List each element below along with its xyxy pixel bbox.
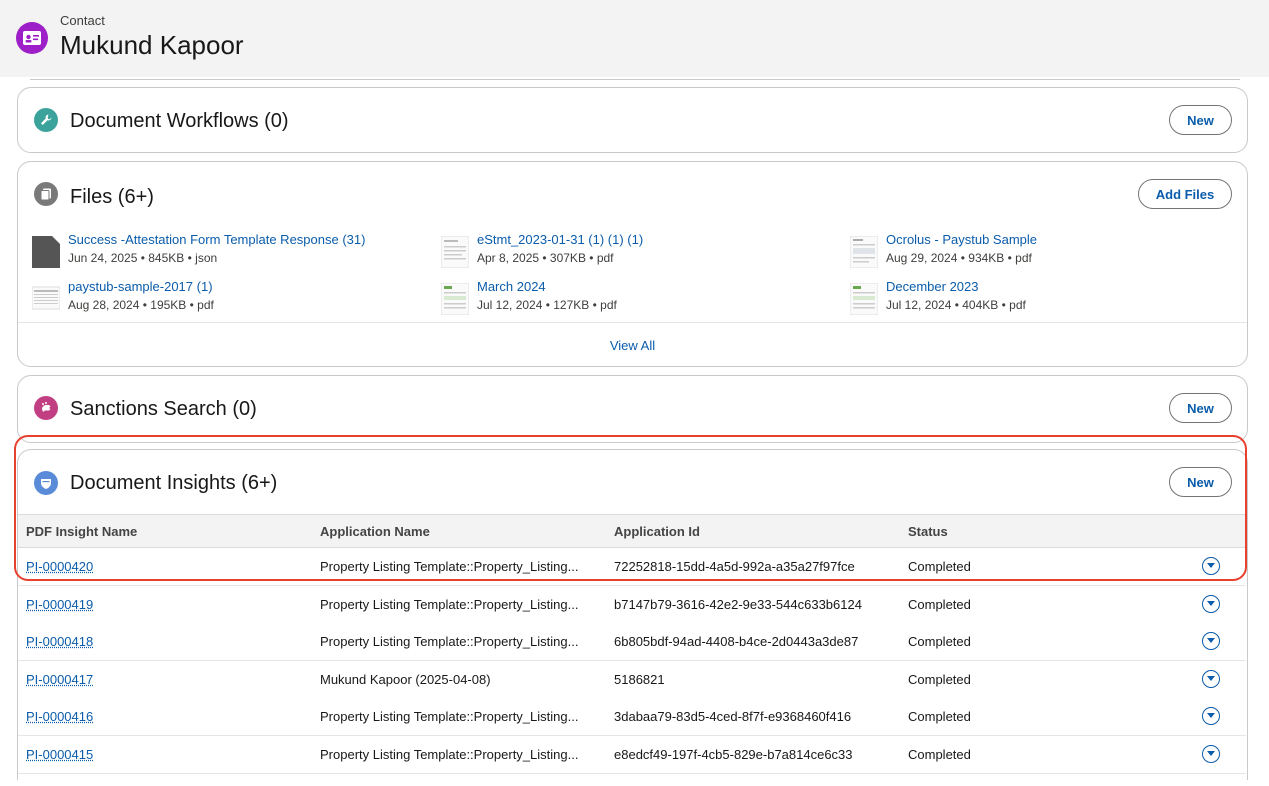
object-type-label: Contact (60, 13, 105, 28)
file-item[interactable]: Ocrolus - Paystub Sample Aug 29, 2024 • … (850, 232, 1230, 268)
document-workflows-new-button[interactable]: New (1169, 105, 1232, 135)
status-cell: Completed (908, 709, 971, 724)
table-row: PI-0000417 Mukund Kapoor (2025-04-08) 51… (18, 661, 1246, 699)
file-name-link[interactable]: eStmt_2023-01-31 (1) (1) (1) (477, 232, 643, 247)
file-meta: Jul 12, 2024 • 404KB • pdf (886, 298, 1026, 312)
pdf-thumbnail-icon (850, 283, 878, 315)
pdf-insight-link[interactable]: PI-0000415 (26, 747, 93, 762)
application-name-cell: Property Listing Template::Property_List… (320, 709, 579, 724)
document-workflows-card: Document Workflows (0) New (17, 87, 1248, 153)
record-header: Contact Mukund Kapoor (0, 0, 1269, 78)
file-meta: Jul 12, 2024 • 127KB • pdf (477, 298, 617, 312)
chevron-down-icon (1207, 563, 1215, 568)
row-action-dropdown[interactable] (1202, 595, 1220, 613)
file-meta: Aug 28, 2024 • 195KB • pdf (68, 298, 214, 312)
status-cell: Completed (908, 747, 971, 762)
pdf-insight-link[interactable]: PI-0000419 (26, 597, 93, 612)
file-name-link[interactable]: Success -Attestation Form Template Respo… (68, 232, 365, 247)
application-name-cell: Property Listing Template::Property_List… (320, 634, 579, 649)
status-cell: Completed (908, 559, 971, 574)
files-view-all-link[interactable]: View All (18, 322, 1247, 366)
pdf-insight-link[interactable]: PI-0000418 (26, 634, 93, 649)
file-name-link[interactable]: paystub-sample-2017 (1) (68, 279, 213, 294)
row-action-dropdown[interactable] (1202, 557, 1220, 575)
contact-icon (16, 22, 48, 54)
file-meta: Jun 24, 2025 • 845KB • json (68, 251, 218, 265)
file-item[interactable]: December 2023 Jul 12, 2024 • 404KB • pdf (850, 279, 1230, 315)
file-meta: Apr 8, 2025 • 307KB • pdf (477, 251, 614, 265)
chevron-down-icon (1207, 713, 1215, 718)
status-cell: Completed (908, 634, 971, 649)
row-action-dropdown[interactable] (1202, 632, 1220, 650)
record-name: Mukund Kapoor (60, 30, 244, 60)
file-meta: Aug 29, 2024 • 934KB • pdf (886, 251, 1032, 265)
table-row: PI-0000418 Property Listing Template::Pr… (18, 623, 1246, 661)
hand-icon (34, 396, 58, 420)
files-card: Files (6+) Add Files Success -Attestatio… (17, 161, 1248, 367)
chevron-down-icon (1207, 676, 1215, 681)
files-icon (34, 182, 58, 206)
application-name-cell: Property Listing Template::Property_List… (320, 559, 579, 574)
add-files-button[interactable]: Add Files (1138, 179, 1232, 209)
status-cell: Completed (908, 597, 971, 612)
table-row: PI-0000415 Property Listing Template::Pr… (18, 736, 1246, 774)
table-row: PI-0000419 Property Listing Template::Pr… (18, 586, 1246, 624)
document-insights-new-button[interactable]: New (1169, 467, 1232, 497)
application-id-cell: 6b805bdf-94ad-4408-b4ce-2d0443a3de87 (614, 634, 859, 649)
pdf-insight-link[interactable]: PI-0000417 (26, 672, 93, 687)
file-name-link[interactable]: December 2023 (886, 279, 979, 294)
table-row: PI-0000416 Property Listing Template::Pr… (18, 698, 1246, 736)
status-cell: Completed (908, 672, 971, 687)
table-row: PI-0000420 Property Listing Template::Pr… (18, 548, 1246, 586)
column-header-application-id[interactable]: Application Id (614, 524, 700, 539)
insight-shield-icon (34, 471, 58, 495)
file-item[interactable]: paystub-sample-2017 (1) Aug 28, 2024 • 1… (32, 279, 412, 313)
sanctions-search-title: Sanctions Search (0) (70, 398, 257, 420)
file-item[interactable]: eStmt_2023-01-31 (1) (1) (1) Apr 8, 2025… (441, 232, 821, 268)
generic-doc-icon (32, 236, 60, 268)
table-header: PDF Insight Name Application Name Applic… (18, 514, 1247, 548)
files-title: Files (6+) (70, 186, 154, 208)
pdf-thumbnail-icon (441, 283, 469, 315)
application-id-cell: 3dabaa79-83d5-4ced-8f7f-e9368460f416 (614, 709, 852, 724)
pdf-thumbnail-icon (850, 236, 878, 268)
wrench-icon (34, 108, 58, 132)
application-name-cell: Mukund Kapoor (2025-04-08) (320, 672, 491, 687)
application-id-cell: e8edcf49-197f-4cb5-829e-b7a814ce6c33 (614, 747, 853, 762)
application-id-cell: b7147b79-3616-42e2-9e33-544c633b6124 (614, 597, 862, 612)
file-name-link[interactable]: March 2024 (477, 279, 546, 294)
column-header-application-name[interactable]: Application Name (320, 524, 430, 539)
card-edge-divider (30, 77, 1240, 80)
file-name-link[interactable]: Ocrolus - Paystub Sample (886, 232, 1037, 247)
chevron-down-icon (1207, 601, 1215, 606)
document-workflows-title: Document Workflows (0) (70, 110, 289, 132)
document-insights-title: Document Insights (6+) (70, 472, 278, 494)
row-action-dropdown[interactable] (1202, 745, 1220, 763)
chevron-down-icon (1207, 638, 1215, 643)
column-header-pdf-insight-name[interactable]: PDF Insight Name (26, 524, 137, 539)
application-name-cell: Property Listing Template::Property_List… (320, 597, 579, 612)
chevron-down-icon (1207, 751, 1215, 756)
column-header-status[interactable]: Status (908, 524, 948, 539)
pdf-insight-link[interactable]: PI-0000416 (26, 709, 93, 724)
pdf-thumbnail-icon (32, 286, 60, 310)
file-item[interactable]: March 2024 Jul 12, 2024 • 127KB • pdf (441, 279, 821, 315)
sanctions-search-new-button[interactable]: New (1169, 393, 1232, 423)
pdf-thumbnail-icon (441, 236, 469, 268)
row-action-dropdown[interactable] (1202, 707, 1220, 725)
application-id-cell: 72252818-15dd-4a5d-992a-a35a27f97fce (614, 559, 855, 574)
application-name-cell: Property Listing Template::Property_List… (320, 747, 579, 762)
pdf-insight-link[interactable]: PI-0000420 (26, 559, 93, 574)
file-item[interactable]: Success -Attestation Form Template Respo… (32, 232, 412, 268)
sanctions-search-card: Sanctions Search (0) New (17, 375, 1248, 443)
application-id-cell: 5186821 (614, 672, 665, 687)
row-action-dropdown[interactable] (1202, 670, 1220, 688)
